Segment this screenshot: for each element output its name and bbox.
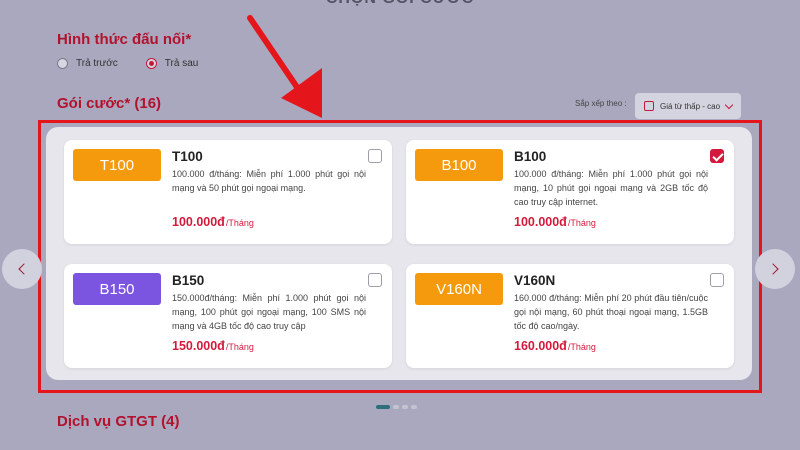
annotation-arrow-icon bbox=[247, 15, 322, 118]
